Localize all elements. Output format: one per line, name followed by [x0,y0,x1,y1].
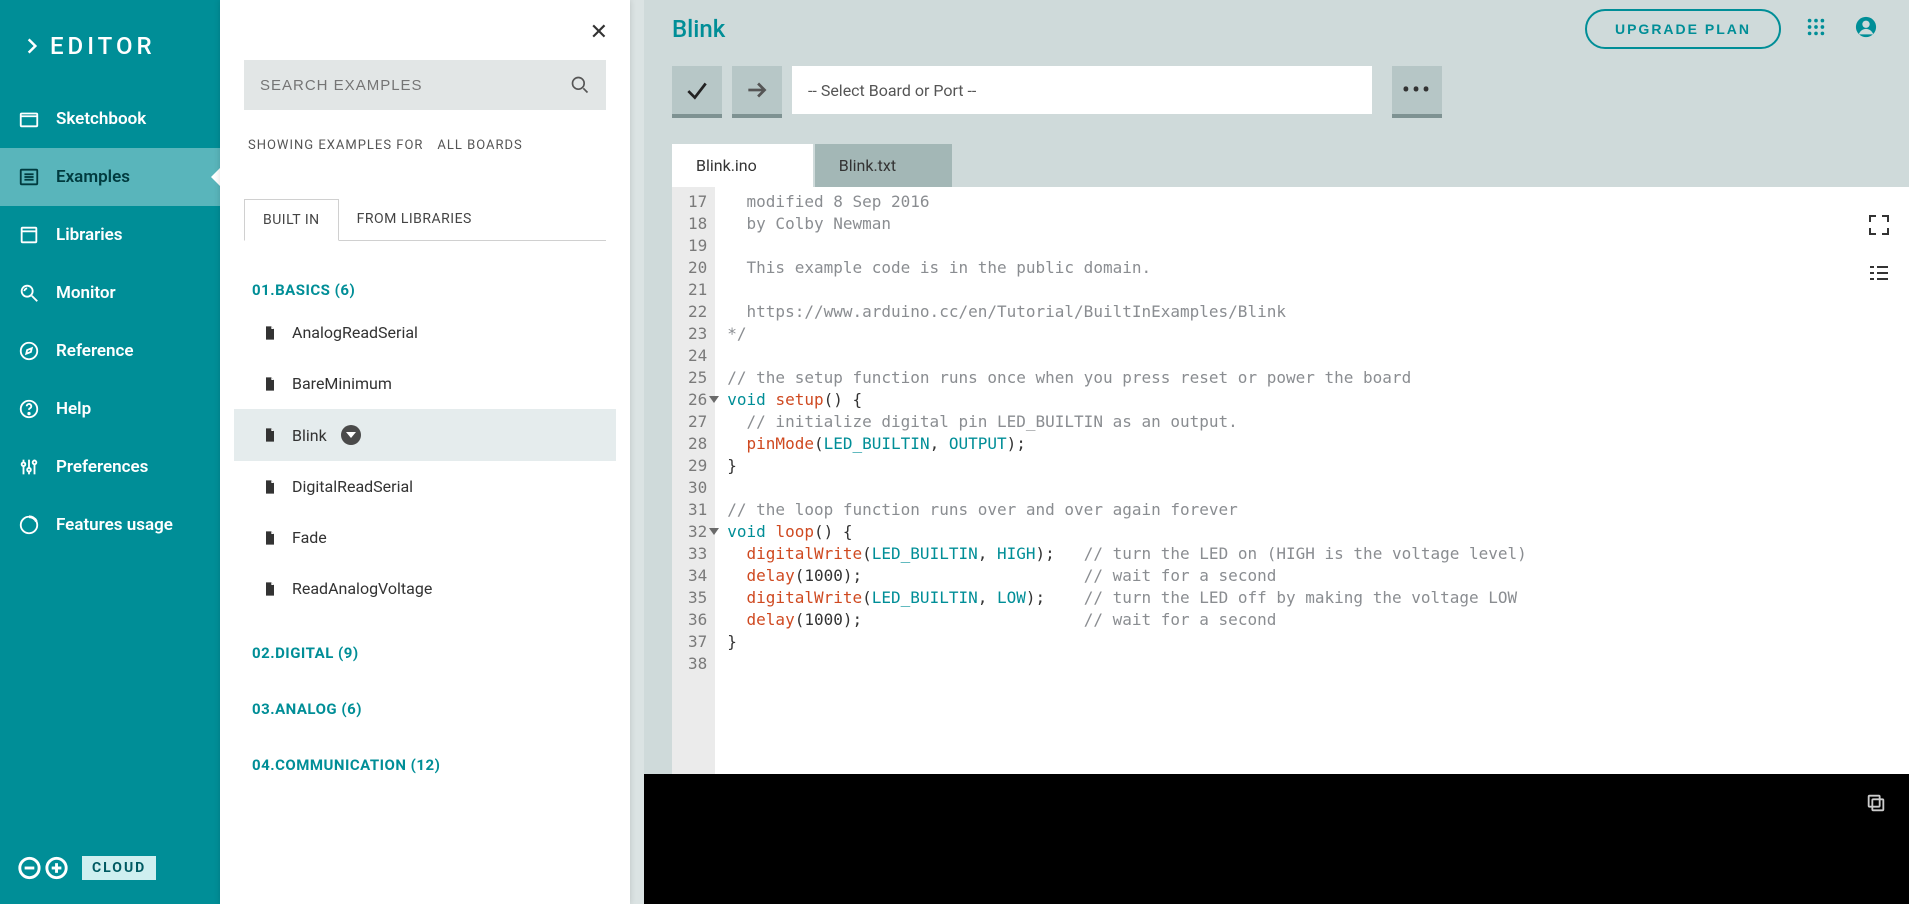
nav-label: Sketchbook [56,109,146,129]
nav-help[interactable]: Help [0,380,220,438]
upload-button[interactable] [732,66,782,114]
code-editor[interactable]: 1718192021222324252627282930313233343536… [672,187,1909,774]
tree-leaf-label: ReadAnalogVoltage [292,579,432,598]
examples-tree[interactable]: 01.BASICS (6) AnalogReadSerial BareMinimum… [230,241,620,904]
chevron-right-icon [22,36,42,56]
nav-libraries[interactable]: Libraries [0,206,220,264]
overflow-menu-button[interactable]: ••• [1392,66,1442,114]
expand-icon[interactable] [1867,213,1891,237]
nav-label: Help [56,399,91,419]
examples-panel: ✕ SHOWING EXAMPLES FOR ALL BOARDS BUILT … [220,0,630,904]
search-examples-box[interactable] [244,60,606,110]
nav-sketchbook[interactable]: Sketchbook [0,90,220,148]
chevron-down-icon[interactable] [341,425,361,445]
nav-label: Monitor [56,283,116,303]
list-icon [18,166,40,188]
tree-leaf[interactable]: Blink [234,409,616,461]
tree-leaf[interactable]: AnalogReadSerial [234,307,616,358]
file-tabs: Blink.ino Blink.txt [672,144,1909,187]
library-icon [18,224,40,246]
nav-label: Libraries [56,225,123,245]
nav-label: Reference [56,341,134,361]
apps-grid-icon[interactable] [1801,12,1831,46]
tree-leaf-label: BareMinimum [292,374,392,393]
nav-editor-title[interactable]: EDITOR [0,10,220,90]
sketch-title: Blink [672,15,725,43]
nav-label: Features usage [56,515,173,535]
main-area: Blink UPGRADE PLAN -- Select Board or Po… [644,0,1909,904]
monitor-icon [18,282,40,304]
copy-output-icon[interactable] [1865,792,1887,818]
tree-category[interactable]: 01.BASICS (6) [234,251,616,307]
file-tab-other[interactable]: Blink.txt [815,144,952,187]
tree-leaf[interactable]: Fade [234,512,616,563]
help-icon [18,398,40,420]
nav-preferences[interactable]: Preferences [0,438,220,496]
verify-button[interactable] [672,66,722,114]
tree-leaf[interactable]: ReadAnalogVoltage [234,563,616,614]
examples-tabs: BUILT IN FROM LIBRARIES [244,199,606,241]
tool-bar: -- Select Board or Port -- ••• [644,58,1909,130]
line-gutter: 1718192021222324252627282930313233343536… [672,187,715,774]
tree-category[interactable]: 02.DIGITAL (9) [234,614,616,670]
editor-title-text: EDITOR [50,32,156,60]
tab-built-in[interactable]: BUILT IN [244,199,339,241]
folder-icon [18,108,40,130]
code-content[interactable]: modified 8 Sep 2016 by Colby Newman This… [715,187,1527,774]
account-icon[interactable] [1851,12,1881,46]
tree-leaf[interactable]: BareMinimum [234,358,616,409]
tree-leaf[interactable]: DigitalReadSerial [234,461,616,512]
search-icon [570,75,590,95]
editor-area: Blink.ino Blink.txt 17181920212223242526… [644,130,1909,774]
tree-leaf-label: Fade [292,528,327,547]
board-select[interactable]: -- Select Board or Port -- [792,66,1372,114]
tab-from-libraries[interactable]: FROM LIBRARIES [339,199,490,240]
cloud-badge: CLOUD [82,856,156,880]
tree-leaf-label: DigitalReadSerial [292,477,413,496]
nav-label: Examples [56,167,130,187]
outline-icon[interactable] [1867,261,1891,285]
tree-category[interactable]: 03.ANALOG (6) [234,670,616,726]
nav-reference[interactable]: Reference [0,322,220,380]
nav-monitor[interactable]: Monitor [0,264,220,322]
arduino-infinity-icon [14,854,72,882]
panel-resize-edge[interactable] [630,0,644,904]
nav-cloud-brand[interactable]: CLOUD [0,832,220,904]
tree-leaf-label: AnalogReadSerial [292,323,418,342]
board-select-placeholder: -- Select Board or Port -- [808,81,976,100]
showing-label: SHOWING EXAMPLES FOR [248,138,423,153]
tree-category[interactable]: 04.COMMUNICATION (12) [234,726,616,782]
compass-icon [18,340,40,362]
output-console[interactable] [644,774,1909,904]
close-icon[interactable]: ✕ [590,20,608,45]
upgrade-plan-button[interactable]: UPGRADE PLAN [1585,9,1781,49]
file-tab-active[interactable]: Blink.ino [672,144,813,187]
nav-label: Preferences [56,457,148,477]
sliders-icon [18,456,40,478]
search-input[interactable] [260,77,570,94]
examples-scope-row: SHOWING EXAMPLES FOR ALL BOARDS [230,110,620,159]
nav-rail: EDITOR Sketchbook Examples Libraries Mon… [0,0,220,904]
nav-features-usage[interactable]: Features usage [0,496,220,554]
code-tools [1867,213,1891,285]
header-bar: Blink UPGRADE PLAN [644,0,1909,58]
nav-examples[interactable]: Examples [0,148,220,206]
tree-leaf-label: Blink [292,426,327,445]
usage-icon [18,514,40,536]
showing-scope[interactable]: ALL BOARDS [437,138,522,153]
